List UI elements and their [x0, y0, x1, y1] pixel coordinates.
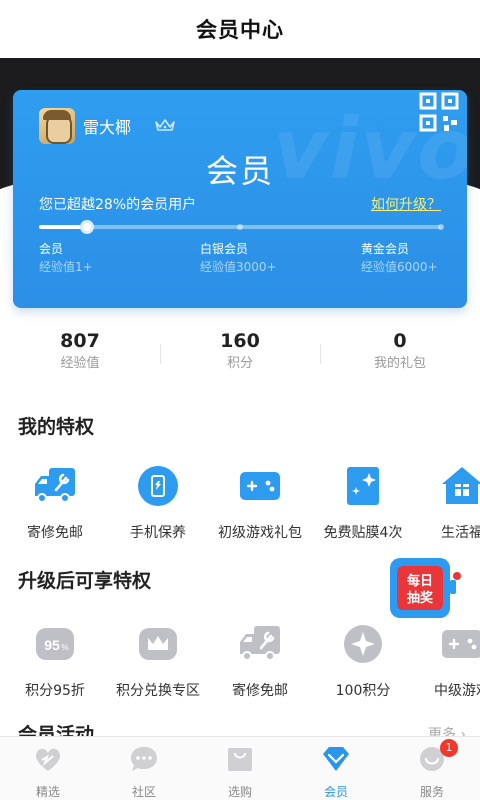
nav-label: 会员: [323, 785, 348, 799]
qr-code-icon[interactable]: [417, 90, 463, 136]
upgrade-privileges-title: 升级后可享特权: [18, 570, 152, 592]
stat-value: 807: [60, 330, 100, 352]
privilege-label: 积分兑换专区: [116, 683, 200, 699]
crown-icon: [155, 119, 175, 131]
lottery-line-2: 抽奖: [407, 590, 434, 606]
repair-truck-icon: [35, 468, 75, 503]
screen-film-icon: [347, 467, 379, 505]
privilege-label: 中级游戏: [434, 683, 480, 699]
privilege-item[interactable]: 生活福: [412, 464, 480, 542]
tier-name: 会员: [39, 242, 64, 256]
level-progress-bar: [39, 220, 444, 234]
tier-name: 黄金会员: [361, 242, 410, 256]
gamepad-icon: [240, 472, 280, 500]
nav-label: 社区: [131, 785, 156, 799]
tier-silver: 白银会员 经验值3000+: [200, 240, 277, 276]
stat-gift-packs[interactable]: 0 我的礼包: [320, 328, 480, 380]
repair-truck-icon: [240, 626, 280, 661]
username: 雷大椰: [83, 118, 132, 137]
avatar[interactable]: [39, 108, 75, 144]
stat-value: 160: [220, 330, 260, 352]
chat-icon: [131, 747, 157, 771]
upgrade-privileges-row: 95 % 积分95折 积分兑换专区 寄修免邮 100积分 中级游: [0, 622, 480, 702]
privilege-item[interactable]: 寄修免邮: [5, 464, 105, 542]
privilege-label: 生活福: [441, 525, 480, 541]
privilege-label: 初级游戏礼包: [218, 525, 302, 541]
nav-tab-featured[interactable]: 精选: [0, 737, 96, 800]
stat-label: 我的礼包: [373, 356, 426, 371]
nav-tab-community[interactable]: 社区: [96, 737, 192, 800]
discount-value: 95: [44, 637, 60, 653]
my-privileges-row: 寄修免邮 手机保养 初级游戏礼包 免费贴膜4次 生活福: [0, 464, 480, 544]
tier-name: 白银会员: [200, 242, 249, 256]
privilege-item[interactable]: 初级游戏礼包: [210, 464, 310, 542]
upgrade-privilege-item[interactable]: 寄修免邮: [210, 622, 310, 700]
gift-house-icon: [442, 467, 480, 504]
privilege-label: 手机保养: [130, 525, 186, 541]
tier-requirement: 经验值6000+: [361, 260, 438, 274]
exceed-text: 您已超越28%的会员用户: [39, 197, 197, 213]
stats-row: 807 经验值 160 积分 0 我的礼包: [0, 328, 480, 380]
phone-care-icon: [138, 466, 178, 506]
upgrade-privilege-item[interactable]: 中级游戏: [412, 622, 480, 700]
how-to-upgrade-link[interactable]: 如何升级？: [371, 194, 441, 214]
discount-suffix: %: [61, 643, 68, 652]
points-star-icon: [344, 625, 382, 663]
my-privileges-title: 我的特权: [18, 416, 95, 438]
upgrade-privilege-item[interactable]: 95 % 积分95折: [5, 622, 105, 700]
upgrade-privilege-item[interactable]: 积分兑换专区: [108, 622, 208, 700]
privilege-item[interactable]: 手机保养: [108, 464, 208, 542]
level-progress-knob: [80, 220, 95, 234]
stat-label: 积分: [226, 356, 253, 371]
nav-label: 选购: [227, 785, 252, 799]
privilege-label: 免费贴膜4次: [323, 525, 403, 541]
nav-tab-member[interactable]: 会员: [288, 737, 384, 800]
privilege-label: 100积分: [335, 683, 391, 699]
heart-icon: [35, 748, 61, 771]
service-badge: 1: [440, 739, 458, 757]
upgrade-privilege-item[interactable]: 100积分: [313, 622, 413, 700]
diamond-icon: [323, 747, 349, 771]
member-center-page: 会员中心 vivo 雷大椰 会员 您已超越28%的会员用户 如何升级？ 会员 经…: [0, 0, 480, 800]
stat-experience[interactable]: 807 经验值: [0, 328, 160, 380]
daily-lottery-button[interactable]: 每日 抽奖: [388, 556, 462, 622]
privilege-label: 寄修免邮: [27, 525, 83, 541]
stat-value: 0: [393, 330, 407, 352]
tier-gold: 黄金会员 经验值6000+: [361, 240, 438, 276]
crown-exchange-icon: [139, 628, 177, 660]
nav-label: 服务: [419, 785, 444, 799]
nav-tab-service[interactable]: 1 服务: [384, 737, 480, 800]
progress-milestone-silver: [237, 224, 243, 230]
discount-95-icon: 95 %: [36, 628, 74, 660]
tier-requirement: 经验值3000+: [200, 260, 277, 274]
member-card[interactable]: vivo 雷大椰 会员 您已超越28%的会员用户 如何升级？ 会员 经验值1+ …: [13, 90, 467, 308]
privilege-label: 积分95折: [25, 683, 85, 699]
member-level-title: 会员: [205, 152, 274, 190]
bottom-navigation: 精选 社区 选购 会员 1 服务: [0, 736, 480, 800]
lottery-line-1: 每日: [407, 573, 433, 589]
stat-points[interactable]: 160 积分: [160, 328, 320, 380]
tier-requirement: 经验值1+: [39, 260, 93, 274]
gamepad-icon: [442, 630, 480, 658]
privilege-item[interactable]: 免费贴膜4次: [313, 464, 413, 542]
nav-label: 精选: [35, 785, 60, 799]
shopping-bag-icon: [228, 748, 252, 771]
stat-label: 经验值: [60, 356, 100, 371]
tier-member: 会员 经验值1+: [39, 240, 93, 276]
progress-milestone-gold: [438, 224, 444, 230]
privilege-label: 寄修免邮: [232, 683, 288, 699]
top-header: 会员中心: [0, 0, 480, 58]
page-title: 会员中心: [196, 18, 284, 42]
nav-tab-shop[interactable]: 选购: [192, 737, 288, 800]
